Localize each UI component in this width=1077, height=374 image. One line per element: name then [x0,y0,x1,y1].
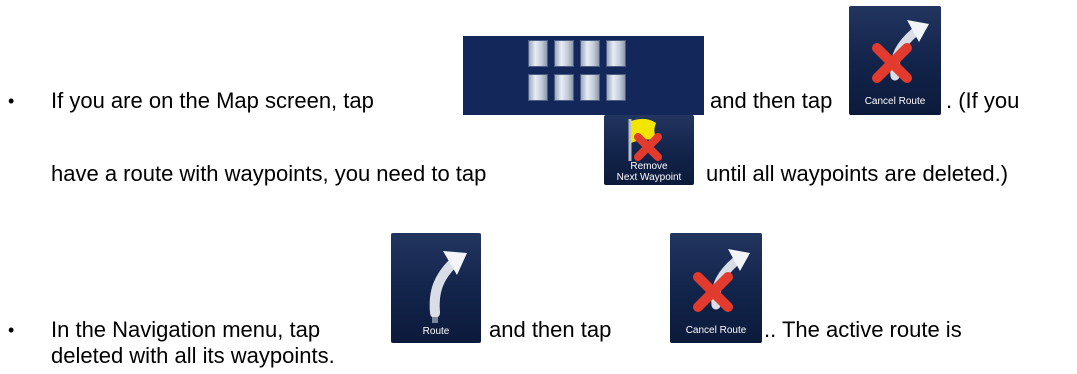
bullet-2: • [8,320,15,340]
item-2-line-1-before: In the Navigation menu, tap [51,317,321,342]
bullet-1: • [8,91,15,111]
item-1-line-2-after: until all waypoints are deleted.) [706,161,1009,186]
item-1-line-1-middle: and then tap [710,88,833,113]
item-1-line-2-before: have a route with waypoints, you need to… [51,161,487,186]
item-2-line-2: deleted with all its waypoints. [51,343,335,368]
item-2-line-1-after: .. The active route is [764,317,962,342]
cancel-route-button-2[interactable]: Cancel Route [670,233,762,343]
item-2-line-1-middle: and then tap [489,317,612,342]
route-button[interactable]: Route [391,233,481,343]
cancel-route-button[interactable]: Cancel Route [849,6,941,115]
item-1-line-1-before: If you are on the Map screen, tap [51,88,374,113]
menu-button[interactable] [463,36,704,115]
item-1-line-1-after: . (If you [946,88,1020,113]
cancel-route-label: Cancel Route [685,325,747,336]
route-label: Route [422,326,450,337]
next-waypoint-label: Next Waypoint [616,172,682,183]
cancel-route-label: Cancel Route [864,96,926,107]
remove-next-waypoint-button[interactable]: Remove Next Waypoint [604,115,694,185]
